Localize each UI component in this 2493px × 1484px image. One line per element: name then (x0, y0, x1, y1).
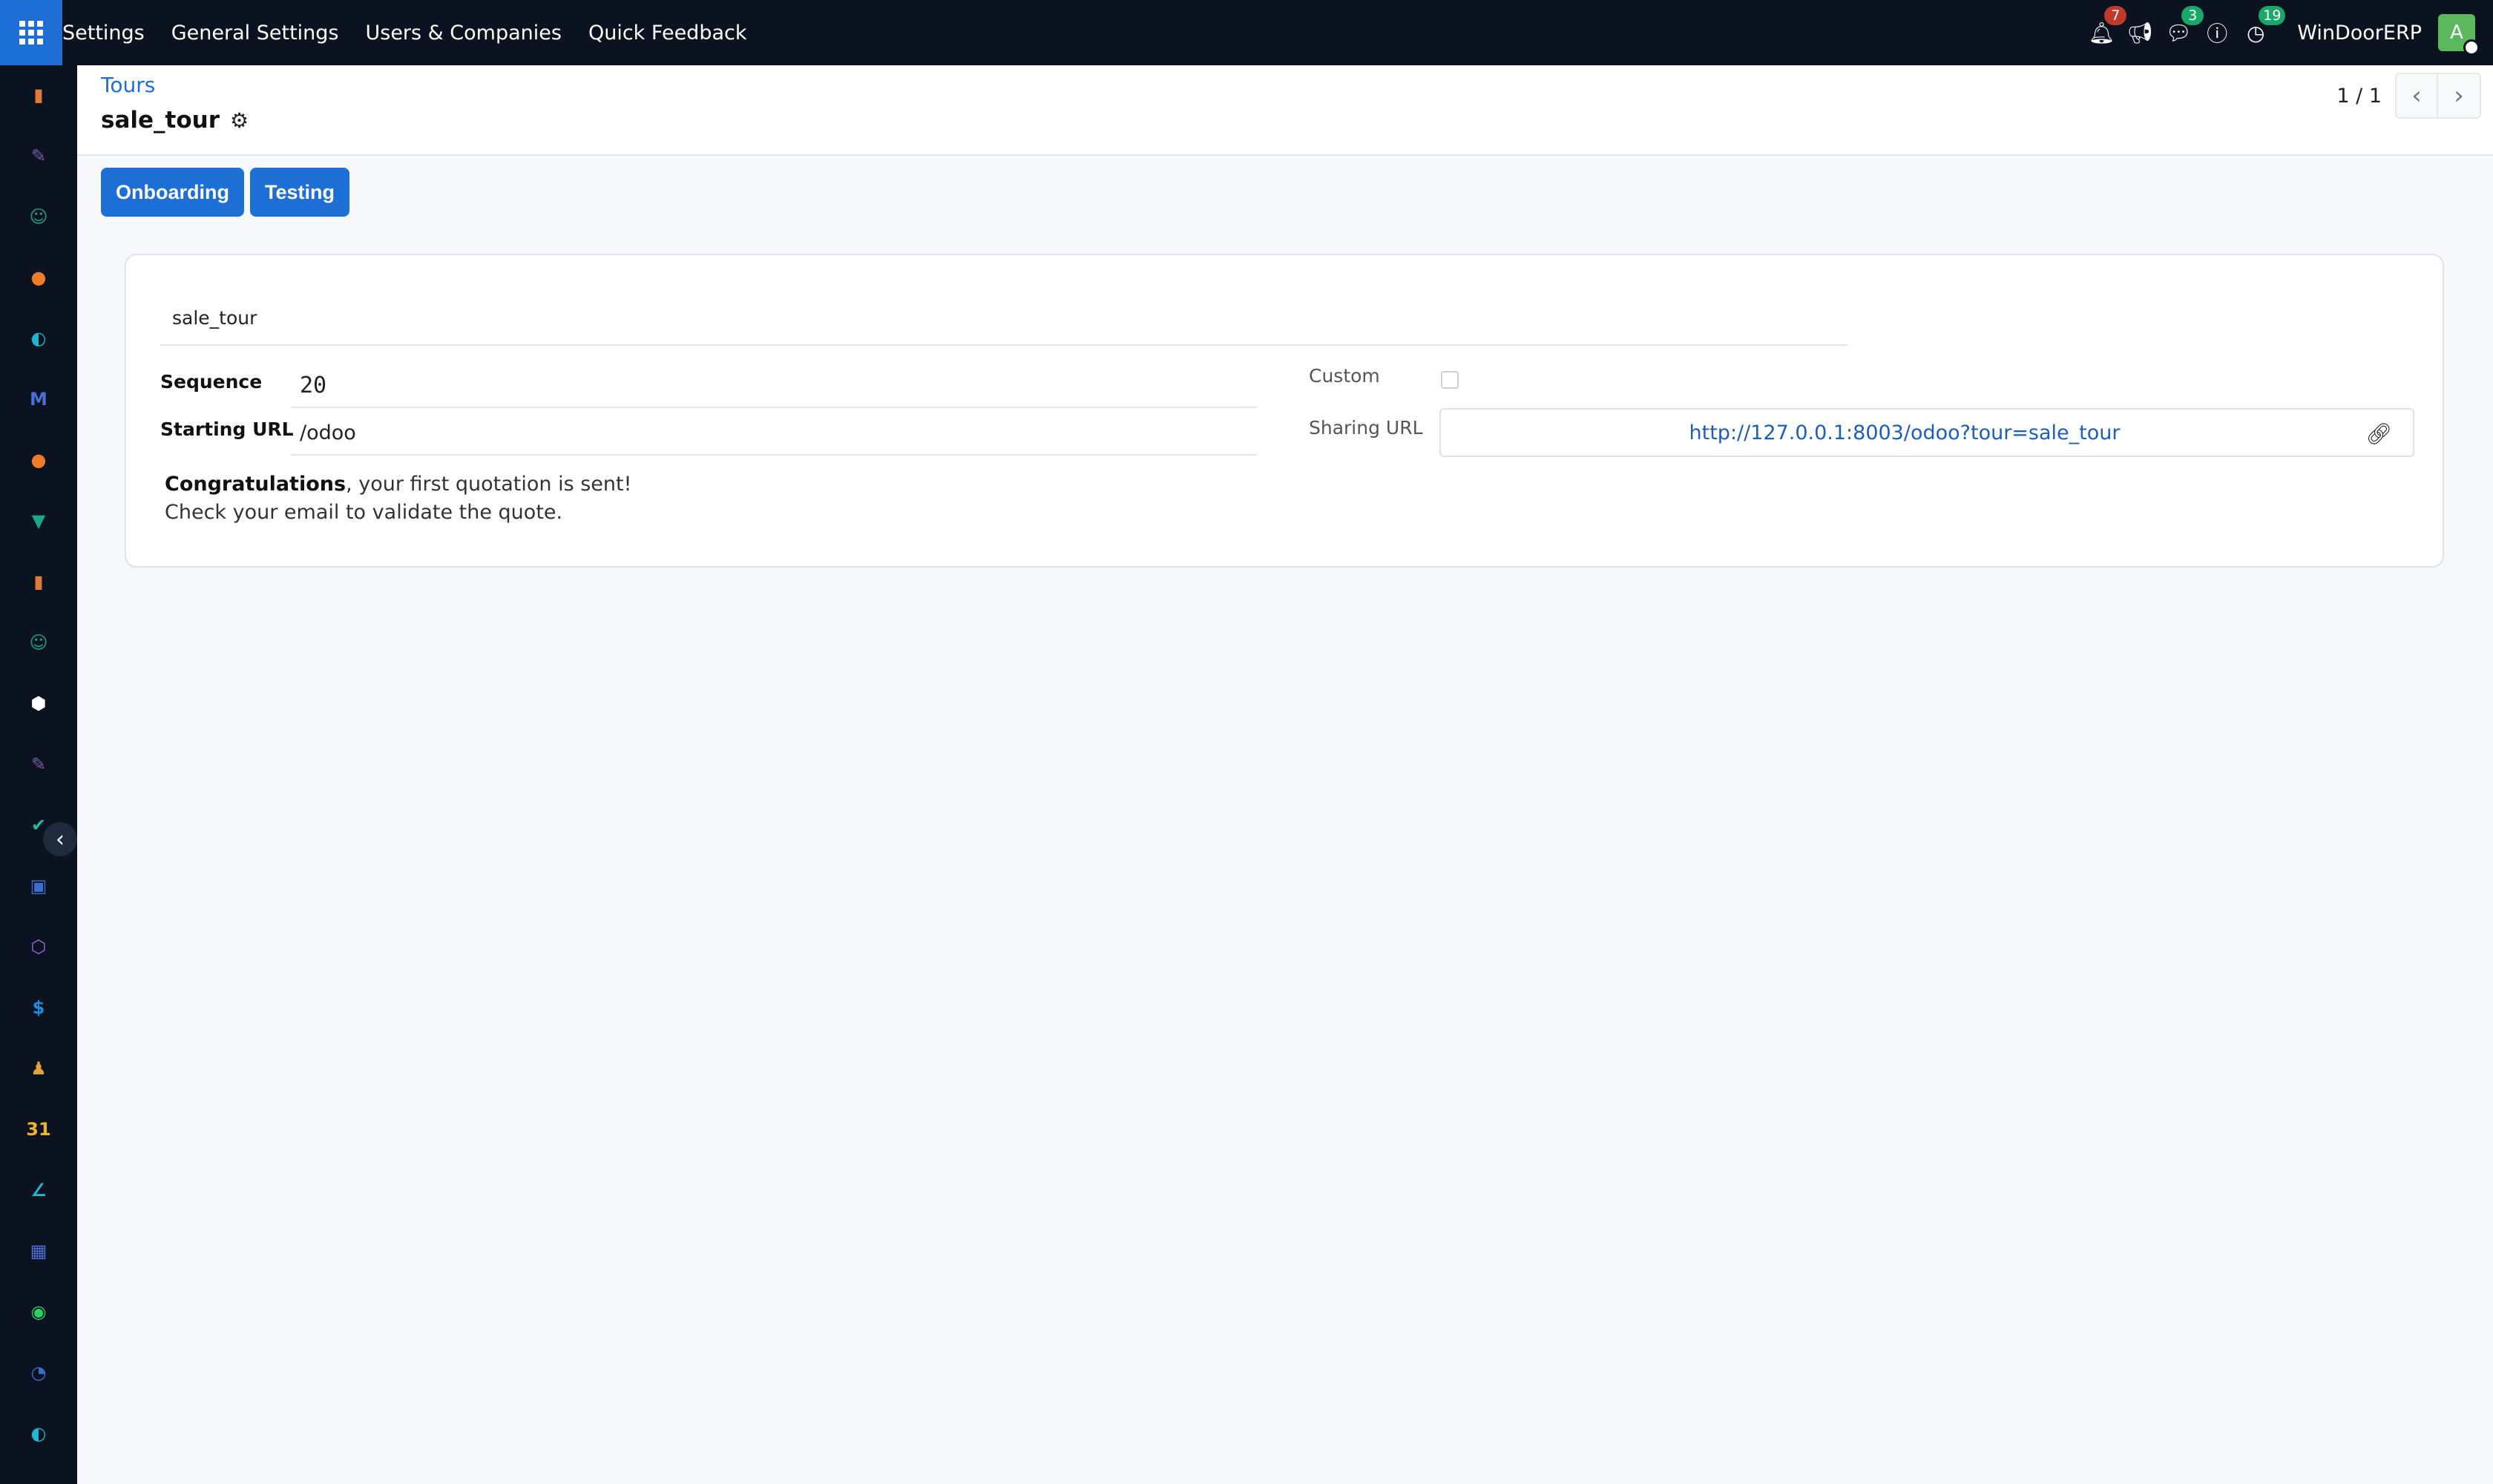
megaphone-icon: 📢︎ (2126, 20, 2154, 45)
systray: 🔔︎ 7 📢︎ 💬︎ 3 ⓘ ◷ 19 WinDoorERP A (2082, 0, 2493, 65)
apps-grid-icon (19, 21, 43, 45)
form-header-buttons: Onboarding Testing (101, 168, 355, 217)
avatar-letter: A (2450, 22, 2463, 44)
timesheets-icon[interactable]: ◔ (24, 1358, 53, 1388)
pager-previous-button[interactable]: ‹ (2395, 73, 2438, 119)
chevron-left-icon: ‹ (2411, 81, 2422, 111)
control-panel: Tours sale_tour ⚙ 1 / 1 ‹ › (77, 65, 2493, 156)
sequence-label: Sequence (160, 371, 263, 393)
knowledge-icon[interactable]: ✎ (24, 141, 53, 171)
live-chat-icon[interactable]: ● (24, 445, 53, 475)
clock-icon: ◷ (2247, 20, 2265, 45)
presence-dot (2463, 39, 2480, 56)
spreadsheet-icon[interactable]: ▮ (24, 567, 53, 597)
team-icon[interactable]: ♟ (24, 1054, 53, 1083)
planning-icon[interactable]: ✎ (24, 749, 53, 779)
activities-badge: 19 (2259, 6, 2286, 25)
chevron-left-icon: ‹ (56, 826, 65, 853)
notifications-button[interactable]: 🔔︎ 7 (2082, 0, 2127, 65)
starting-url-label: Starting URL (160, 418, 294, 440)
manufacturing-icon[interactable]: ⬡ (24, 932, 53, 962)
breadcrumb-tours[interactable]: Tours (101, 73, 155, 97)
pager: 1 / 1 ‹ › (2336, 73, 2481, 119)
message-line-2: Check your email to validate the quote. (165, 501, 563, 524)
chevron-right-icon: › (2454, 81, 2464, 111)
form-sheet: sale_tour Sequence 20 Starting URL /odoo… (125, 254, 2444, 568)
contacts-icon[interactable]: ☺ (24, 202, 53, 232)
tour-end-message: Congratulations, your first quotation is… (165, 470, 631, 527)
website-icon[interactable]: ◐ (24, 324, 53, 353)
app-sidebar: ‹ ▮ ✎ ☺ ● ◐ M ● ▼ ▮ ☺ ⬢ ✎ ✔ ▣ ⬡ $ ♟ 31 ∠ ▦ ◉ ◔ ◐ (0, 65, 77, 1484)
invoicing-icon[interactable]: $ (24, 993, 53, 1022)
sequence-input[interactable]: 20 (291, 364, 1257, 408)
message-line-1: Congratulations, your first quotation is… (165, 470, 631, 499)
sharing-url-label: Sharing URL (1309, 417, 1423, 439)
testing-button[interactable]: Testing (249, 168, 349, 217)
menu-item-quick-feedback[interactable]: Quick Feedback (588, 22, 747, 45)
message-rest: , your first quotation is sent! (346, 473, 632, 496)
link-icon[interactable]: 🔗︎ (2365, 421, 2392, 446)
elearning-icon[interactable]: ▣ (24, 871, 53, 901)
whatsapp-icon[interactable]: ◉ (24, 1297, 53, 1327)
dashboards-icon[interactable]: ▮ (24, 80, 53, 110)
pager-next-button[interactable]: › (2438, 73, 2481, 119)
events-icon[interactable]: ▼ (24, 506, 53, 536)
record-title-text: sale_tour (101, 107, 220, 134)
message-bold: Congratulations (165, 473, 346, 496)
help-button[interactable]: ⓘ (2198, 0, 2236, 65)
top-navbar: Settings General Settings Users & Compan… (0, 0, 2493, 65)
sharing-url-link[interactable]: http://127.0.0.1:8003/odoo?tour=sale_tou… (1441, 410, 2368, 456)
project-icon[interactable]: ✔ (24, 810, 53, 840)
calendar-icon[interactable]: 31 (24, 1114, 53, 1144)
pager-value[interactable]: 1 / 1 (2336, 85, 2382, 108)
onboarding-button[interactable]: Onboarding (101, 168, 244, 217)
employees-icon[interactable]: ☺ (24, 628, 53, 657)
discuss-icon[interactable]: ● (24, 263, 53, 292)
custom-checkbox[interactable] (1441, 371, 1459, 389)
record-title: sale_tour ⚙ (101, 107, 249, 134)
apps-store-icon[interactable]: ▦ (24, 1236, 53, 1266)
menu-item-users-companies[interactable]: Users & Companies (365, 22, 561, 45)
sign-icon[interactable]: ∠ (24, 1175, 53, 1205)
tour-name-field[interactable]: sale_tour (160, 278, 1847, 346)
tour-name-value: sale_tour (172, 307, 257, 329)
apps-menu-button[interactable] (0, 0, 62, 65)
custom-label: Custom (1309, 365, 1380, 387)
activities-button[interactable]: ◷ 19 (2236, 0, 2286, 65)
gear-icon[interactable]: ⚙ (230, 108, 249, 133)
starting-url-input[interactable]: /odoo (291, 411, 1257, 456)
menu-item-settings[interactable]: Settings (62, 22, 145, 45)
menu-item-general-settings[interactable]: General Settings (171, 22, 339, 45)
sharing-url-field: http://127.0.0.1:8003/odoo?tour=sale_tou… (1439, 408, 2414, 457)
messages-button[interactable]: 💬︎ 3 (2159, 0, 2204, 65)
inventory-icon[interactable]: ⬢ (24, 689, 53, 718)
helpdesk-icon[interactable]: ◐ (24, 1419, 53, 1448)
email-marketing-icon[interactable]: M (24, 384, 53, 414)
announcements-button[interactable]: 📢︎ (2121, 0, 2159, 65)
main-menu: Settings General Settings Users & Compan… (62, 0, 773, 65)
question-icon: ⓘ (2207, 22, 2228, 46)
user-avatar[interactable]: A (2438, 14, 2480, 56)
company-name[interactable]: WinDoorERP (2297, 22, 2422, 45)
